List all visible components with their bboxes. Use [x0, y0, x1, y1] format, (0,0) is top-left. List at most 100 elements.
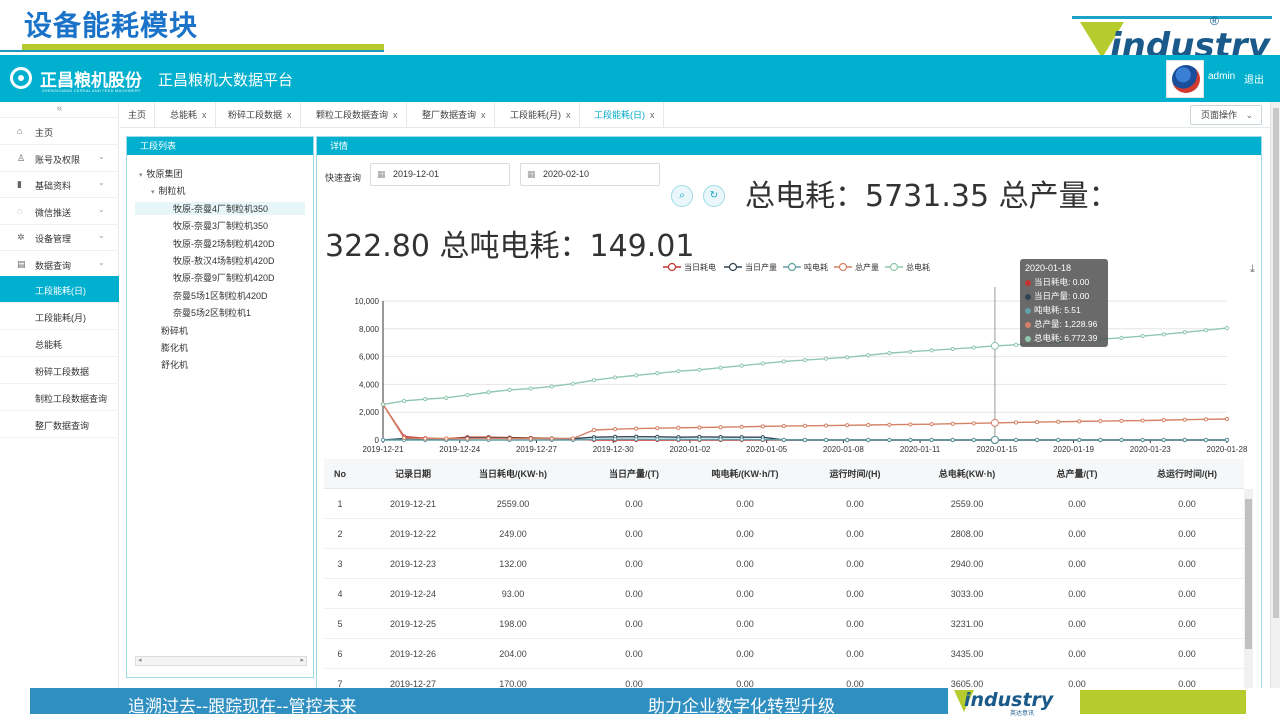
close-icon[interactable]: x — [566, 110, 571, 120]
tab-6[interactable]: 工段能耗(日) x — [586, 102, 664, 128]
table-row[interactable]: 6 2019-12-26 204.00 0.00 0.00 0.00 3435.00 0.00… — [324, 639, 1244, 669]
tab-label: 主页 — [128, 110, 147, 120]
sidebar-item-3[interactable]: ◌ 微信推送 ⌄ — [0, 198, 119, 225]
column-header[interactable]: 吨电耗/(KW·h/T) — [685, 459, 805, 489]
close-icon[interactable]: x — [287, 110, 292, 120]
sidebar-subitem-0[interactable]: 工段能耗(日) — [0, 276, 119, 303]
end-date-input[interactable]: ▦ 2020-02-10 — [520, 163, 660, 186]
sidebar-item-1[interactable]: ♙ 账号及权限 ⌄ — [0, 145, 119, 172]
tooltip-row-text: 当日耗电: 0.00 — [1034, 277, 1090, 287]
tree-node[interactable]: 牧原-奈曼2场制粒机420D — [173, 237, 275, 250]
column-header[interactable]: 总电耗(KW·h) — [907, 459, 1027, 489]
sidebar-subitem-2[interactable]: 总能耗 — [0, 330, 119, 357]
table-row[interactable]: 7 2019-12-27 170.00 0.00 0.00 0.00 3605.00 0.00… — [324, 669, 1244, 688]
table-row[interactable]: 2 2019-12-22 249.00 0.00 0.00 0.00 2808.00 0.00… — [324, 519, 1244, 549]
data-point — [1013, 342, 1019, 347]
close-icon[interactable]: x — [202, 110, 207, 120]
footer-accent-bar — [1080, 690, 1246, 714]
tree-node-label: 舒化机 — [161, 360, 189, 371]
data-point — [971, 345, 976, 350]
tree-node[interactable]: 奈曼5场2区制粒机1 — [173, 306, 251, 319]
close-icon[interactable]: x — [481, 110, 486, 120]
tooltip-row: 总电耗: 6,772.39 — [1025, 332, 1103, 346]
table-cell: 0.00 — [625, 499, 643, 509]
tooltip-row: 当日耗电: 0.00 — [1025, 276, 1103, 290]
page-operations-dropdown[interactable]: 页面操作 ⌄ — [1190, 105, 1262, 125]
table-row[interactable]: 3 2019-12-23 132.00 0.00 0.00 0.00 2940.00 0.00… — [324, 549, 1244, 579]
tab-5[interactable]: 工段能耗(月) x — [502, 102, 580, 128]
sidebar-subitem-1[interactable]: 工段能耗(月) — [0, 303, 119, 330]
sidebar-item-4[interactable]: ✲ 设备管理 ⌄ — [0, 224, 119, 251]
sidebar-collapse-icon[interactable]: « — [0, 102, 119, 118]
data-point — [1182, 330, 1187, 335]
data-point — [1182, 437, 1187, 443]
tab-0[interactable]: 主页 — [120, 102, 156, 128]
sidebar-item-5[interactable]: ▤ 数据查询 ⌄ — [0, 251, 119, 278]
data-point — [1056, 419, 1061, 424]
sidebar-subitem-label: 制粒工段数据查询 — [35, 394, 108, 404]
data-point — [697, 437, 702, 442]
tree-node[interactable]: 舒化机 — [161, 358, 188, 371]
tree-node[interactable]: ▾ 制粒机 — [151, 184, 186, 197]
data-point — [1119, 335, 1124, 340]
logout-link[interactable]: 退出 — [1244, 71, 1264, 86]
tab-1[interactable]: 总能耗 x — [162, 102, 216, 128]
energy-line-chart[interactable]: 当日耗电 当日产量 吨电耗 总产量 总电耗 0 2,000 4,000 6,000 8,000 10… — [317, 255, 1261, 460]
tab-4[interactable]: 整厂数据查询 x — [414, 102, 495, 128]
data-point — [380, 402, 386, 407]
tab-2[interactable]: 粉碎工段数据 x — [220, 102, 301, 128]
chart-tooltip: 2020-01-18 当日耗电: 0.00 当日产量: 0.00 吨电耗: 5.51… — [1020, 259, 1108, 347]
data-point — [444, 436, 449, 441]
table-cell: 0.00 — [736, 679, 754, 688]
tooltip-row: 当日产量: 0.00 — [1025, 290, 1103, 304]
x-tick-label: 2020-01-19 — [1053, 445, 1094, 454]
column-header[interactable]: 当日产量/(T) — [574, 459, 694, 489]
tree-node[interactable]: 牧原-奈曼3厂制粒机350 — [173, 219, 268, 232]
reset-button[interactable]: ↻ — [703, 185, 725, 207]
tree-node[interactable]: 奈曼5场1区制粒机420D — [173, 289, 268, 302]
tooltip-row-text: 吨电耗: 5.51 — [1034, 305, 1081, 315]
data-point — [1035, 419, 1040, 425]
tree-node[interactable]: ▾ 牧原集团 — [139, 167, 183, 180]
close-icon[interactable]: x — [650, 110, 655, 120]
tree-horizontal-scrollbar[interactable]: ◂ ▸ — [135, 656, 307, 666]
sidebar-item-2[interactable]: ▮ 基础资料 ⌄ — [0, 171, 119, 198]
data-point — [718, 425, 723, 430]
chevron-down-icon: ⌄ — [98, 178, 105, 187]
start-date-input[interactable]: ▦ 2019-12-01 — [370, 163, 510, 186]
tab-3[interactable]: 颗粒工段数据查询 x — [308, 102, 407, 128]
data-point — [655, 426, 660, 431]
tree-node[interactable]: 粉碎机 — [161, 324, 188, 337]
sidebar-subitem-3[interactable]: 粉碎工段数据 — [0, 357, 119, 384]
sidebar-subitem-5[interactable]: 整厂数据查询 — [0, 411, 119, 438]
search-button[interactable]: ⌕ — [671, 185, 693, 207]
tab-label: 总能耗 — [170, 110, 198, 120]
sidebar-item-0[interactable]: ⌂ 主页 — [0, 118, 119, 145]
column-header[interactable]: 总产量/(T) — [1017, 459, 1137, 489]
caret-down-icon[interactable]: ▾ — [139, 172, 143, 179]
caret-down-icon[interactable]: ▾ — [151, 189, 155, 196]
column-header[interactable]: 运行时间/(H) — [795, 459, 915, 489]
table-cell: 0.00 — [846, 529, 864, 539]
platform-name: 正昌粮机大数据平台 — [158, 71, 294, 89]
table-row[interactable]: 5 2019-12-25 198.00 0.00 0.00 0.00 3231.00 0.00… — [324, 609, 1244, 639]
sidebar-subitem-4[interactable]: 制粒工段数据查询 — [0, 384, 119, 411]
data-point — [781, 359, 786, 364]
column-header[interactable]: 当日耗电/(KW·h) — [453, 459, 573, 489]
user-name[interactable]: admin — [1208, 71, 1235, 82]
avatar[interactable] — [1166, 60, 1204, 98]
column-header[interactable]: 总运行时间/(H) — [1127, 459, 1247, 489]
table-scrollbar[interactable] — [1244, 489, 1253, 688]
window-scrollbar[interactable] — [1270, 102, 1280, 688]
table-row[interactable]: 4 2019-12-24 93.00 0.00 0.00 0.00 3033.00 0.00 0… — [324, 579, 1244, 609]
sidebar-subitem-label: 粉碎工段数据 — [35, 367, 90, 377]
data-point — [866, 422, 871, 428]
data-point — [444, 395, 449, 400]
tree-node[interactable]: 牧原-敖汉4场制粒机420D — [173, 254, 275, 267]
table-row[interactable]: 1 2019-12-21 2559.00 0.00 0.00 0.00 2559.00 0.0… — [324, 489, 1244, 519]
close-icon[interactable]: x — [393, 110, 398, 120]
tree-node[interactable]: 膨化机 — [161, 341, 188, 354]
tree-node[interactable]: 牧原-奈曼9厂制粒机420D — [173, 271, 275, 284]
tree-node[interactable]: 牧原-奈曼4厂制粒机350 — [135, 201, 305, 215]
data-point — [1140, 418, 1145, 423]
